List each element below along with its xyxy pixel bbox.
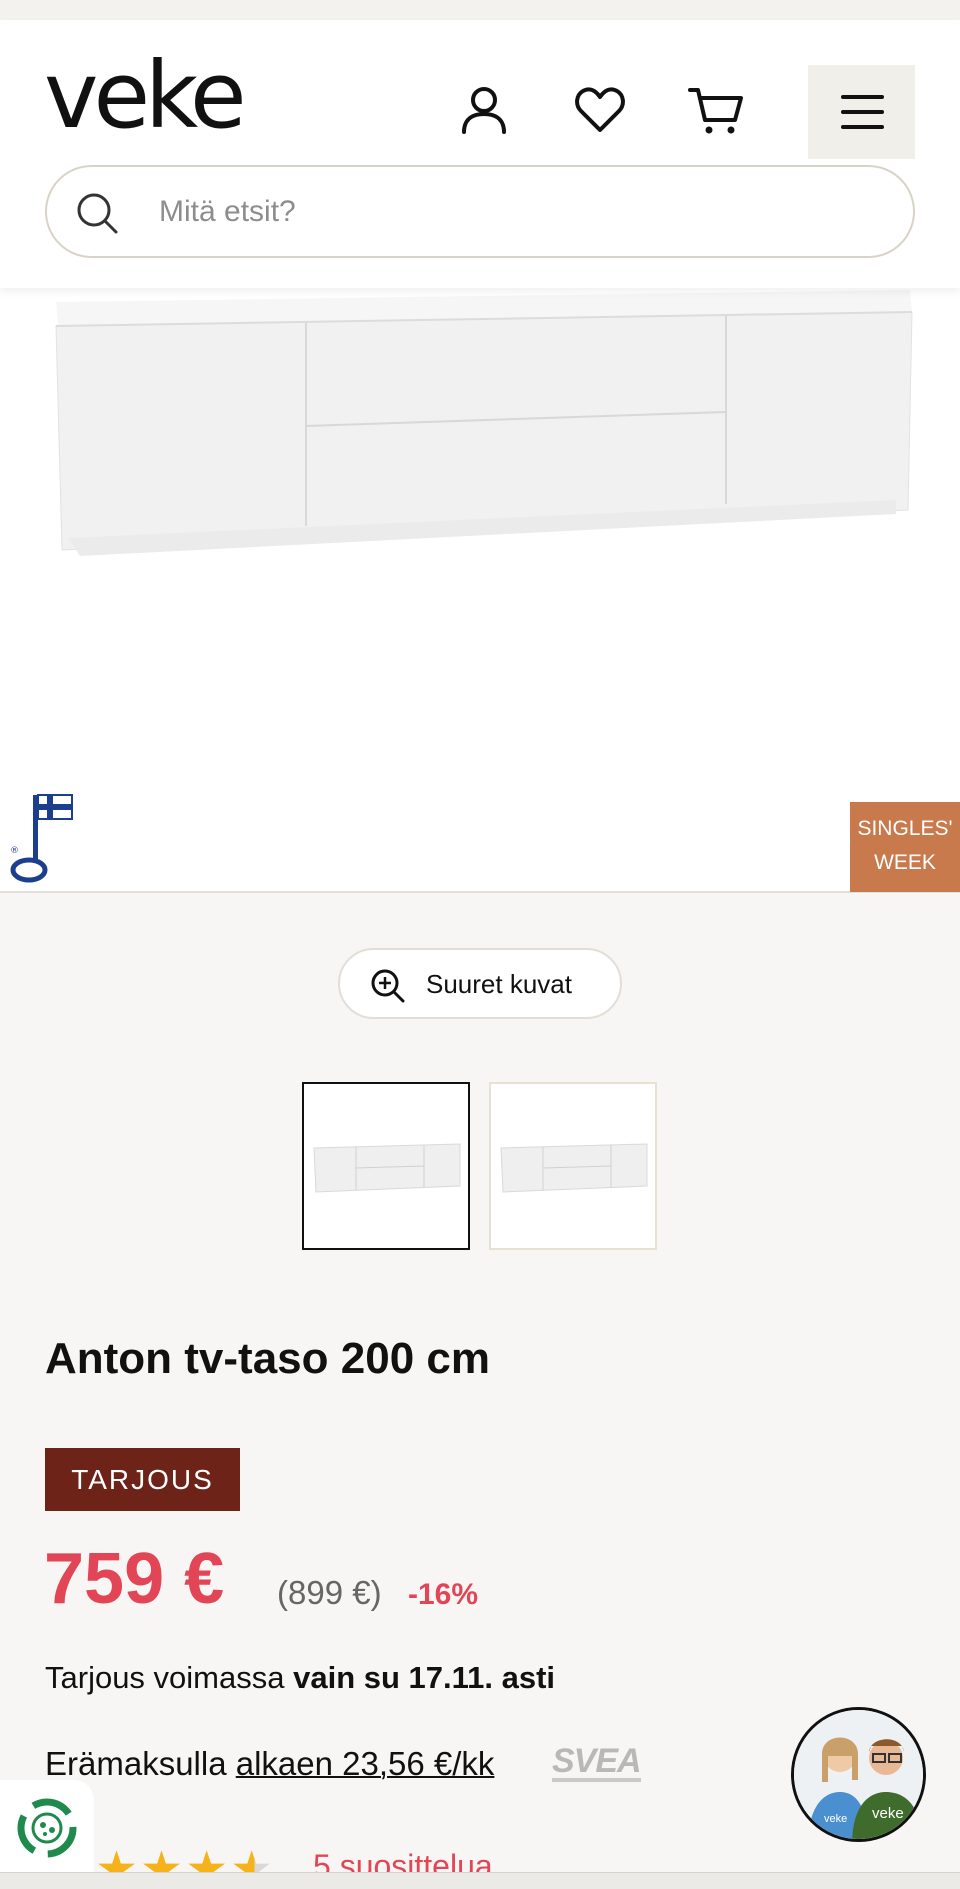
cart-icon[interactable] — [688, 82, 744, 138]
menu-button[interactable] — [808, 65, 915, 159]
search-placeholder: Mitä etsit? — [159, 195, 296, 228]
svg-text:®: ® — [10, 846, 19, 856]
site-header: veke Mitä etsit? — [0, 20, 960, 288]
tv-stand-image — [55, 290, 913, 556]
finland-flag-key-icon: ® — [10, 794, 73, 883]
singles-week-badge: SINGLES' WEEK — [850, 802, 960, 892]
top-strip — [0, 0, 960, 20]
search-icon — [77, 193, 118, 234]
search-input[interactable]: Mitä etsit? — [45, 165, 915, 258]
heart-icon[interactable] — [572, 82, 628, 138]
zoom-in-icon — [371, 969, 405, 1003]
svea-logo: SVEA — [552, 1742, 642, 1782]
thumbnail-1[interactable] — [302, 1082, 470, 1250]
sale-tag: TARJOUS — [45, 1448, 240, 1511]
price: 759 € — [44, 1539, 225, 1619]
avatar: veke veke — [794, 1710, 923, 1839]
svg-text:veke: veke — [872, 1805, 904, 1822]
product-image[interactable] — [0, 288, 960, 893]
offer-validity: Tarjous voimassa vain su 17.11. asti — [45, 1660, 556, 1695]
thumbnail-image — [313, 1143, 461, 1193]
thumbnail-2[interactable] — [489, 1082, 657, 1250]
page-bottom-edge — [0, 1872, 960, 1889]
discount-percent: -16% — [408, 1578, 479, 1611]
installment-info: Erämaksulla alkaen 23,56 €/kk — [45, 1745, 495, 1782]
user-icon[interactable] — [456, 82, 512, 138]
chat-assistant-button[interactable]: veke veke — [791, 1707, 926, 1842]
installment-link[interactable]: alkaen 23,56 €/kk — [236, 1745, 495, 1782]
svg-text:veke: veke — [824, 1813, 847, 1825]
thumbnail-image — [500, 1143, 648, 1193]
menu-icon — [841, 95, 884, 99]
product-title: Anton tv-taso 200 cm — [45, 1334, 490, 1383]
veke-logo[interactable]: veke — [44, 50, 247, 142]
large-images-button[interactable]: Suuret kuvat — [338, 948, 622, 1019]
old-price: (899 €) — [277, 1574, 382, 1611]
